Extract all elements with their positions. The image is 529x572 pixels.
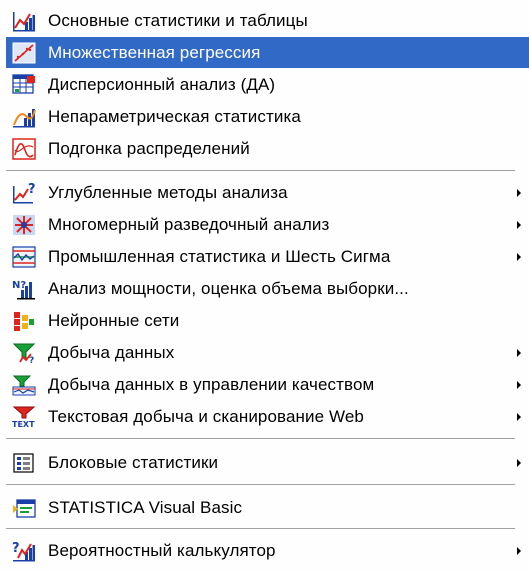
advanced-methods-icon: ? <box>12 181 36 205</box>
menu-item-label: Блоковые статистики <box>48 452 219 472</box>
menu-item-power-analysis[interactable]: N? Анализ мощности, оценка объема выборк… <box>6 273 529 304</box>
menu-item-visual-basic[interactable]: STATISTICA Visual Basic <box>6 492 529 523</box>
nonparametric-chart-icon <box>12 105 36 129</box>
svg-text:?: ? <box>29 356 34 364</box>
svg-text:?: ? <box>12 541 20 556</box>
submenu-arrow-icon <box>517 380 521 389</box>
menu-item-basic-statistics[interactable]: Основные статистики и таблицы <box>6 5 529 36</box>
text-mining-icon: TEXT <box>12 405 36 429</box>
anova-table-icon <box>12 73 36 97</box>
menu-item-label: Промышленная статистика и Шесть Сигма <box>48 246 391 266</box>
menu-item-data-mining-quality[interactable]: Добыча данных в управлении качеством <box>6 369 529 400</box>
multivariate-star-icon <box>12 213 36 237</box>
menu-item-label: Вероятностный калькулятор <box>48 540 276 560</box>
power-analysis-icon: N? <box>12 277 36 301</box>
menu-separator <box>6 484 515 486</box>
data-mining-icon: ? <box>12 341 36 365</box>
menu-item-label: Дисперсионный анализ (ДА) <box>48 74 276 94</box>
menu-item-label: Подгонка распределений <box>48 138 250 158</box>
submenu-arrow-icon <box>517 220 521 229</box>
menu-item-label: Добыча данных в управлении качеством <box>48 374 375 394</box>
menu-item-distribution-fitting[interactable]: Подгонка распределений <box>6 133 529 164</box>
quality-control-icon <box>12 245 36 269</box>
menu-item-nonparametric[interactable]: Непараметрическая статистика <box>6 101 529 132</box>
data-mining-quality-icon <box>12 373 36 397</box>
menu-item-multivariate[interactable]: Многомерный разведочный анализ <box>6 209 529 240</box>
submenu-arrow-icon <box>517 458 521 467</box>
basic-stats-chart-icon <box>12 9 36 33</box>
menu-item-label: Основные статистики и таблицы <box>48 10 308 30</box>
menu-separator <box>6 438 515 440</box>
distribution-fit-icon <box>12 137 36 161</box>
menu-item-label: Анализ мощности, оценка объема выборки..… <box>48 278 409 298</box>
menu-item-neural-networks[interactable]: Нейронные сети <box>6 305 529 336</box>
menu-item-label: Добыча данных <box>48 342 175 362</box>
menu-item-industrial-statistics[interactable]: Промышленная статистика и Шесть Сигма <box>6 241 529 272</box>
submenu-arrow-icon <box>517 252 521 261</box>
menu-item-multiple-regression[interactable]: Множественная регрессия <box>6 37 529 68</box>
block-stats-icon <box>12 451 36 475</box>
menu-item-label: Текстовая добыча и сканирование Web <box>48 406 364 426</box>
menu-item-label: Многомерный разведочный анализ <box>48 214 330 234</box>
probability-calculator-icon: ? <box>12 539 36 563</box>
menu-item-label: Множественная регрессия <box>48 42 261 62</box>
menu-separator <box>6 528 515 530</box>
menu-item-probability-calculator[interactable]: ? Вероятностный калькулятор <box>6 535 529 566</box>
menu-item-data-mining[interactable]: ? Добыча данных <box>6 337 529 368</box>
neural-network-icon <box>12 309 36 333</box>
menu-item-block-statistics[interactable]: Блоковые статистики <box>6 447 529 478</box>
menu-item-label: STATISTICA Visual Basic <box>48 497 243 517</box>
submenu-arrow-icon <box>517 348 521 357</box>
submenu-arrow-icon <box>517 188 521 197</box>
menu-item-advanced-methods[interactable]: ? Углубленные методы анализа <box>6 177 529 208</box>
regression-line-icon <box>12 41 36 65</box>
submenu-arrow-icon <box>517 546 521 555</box>
svg-text:?: ? <box>28 182 36 197</box>
menu-item-label: Непараметрическая статистика <box>48 106 301 126</box>
menu-item-label: Нейронные сети <box>48 310 180 330</box>
statistics-menu: Основные статистики и таблицы Множествен… <box>0 0 529 572</box>
svg-text:N?: N? <box>12 280 26 291</box>
menu-separator <box>6 170 515 172</box>
visual-basic-icon <box>12 496 36 520</box>
menu-item-text-mining[interactable]: TEXT Текстовая добыча и сканирование Web <box>6 401 529 432</box>
submenu-arrow-icon <box>517 412 521 421</box>
menu-item-label: Углубленные методы анализа <box>48 182 288 202</box>
svg-text:TEXT: TEXT <box>12 420 35 428</box>
menu-item-anova[interactable]: Дисперсионный анализ (ДА) <box>6 69 529 100</box>
